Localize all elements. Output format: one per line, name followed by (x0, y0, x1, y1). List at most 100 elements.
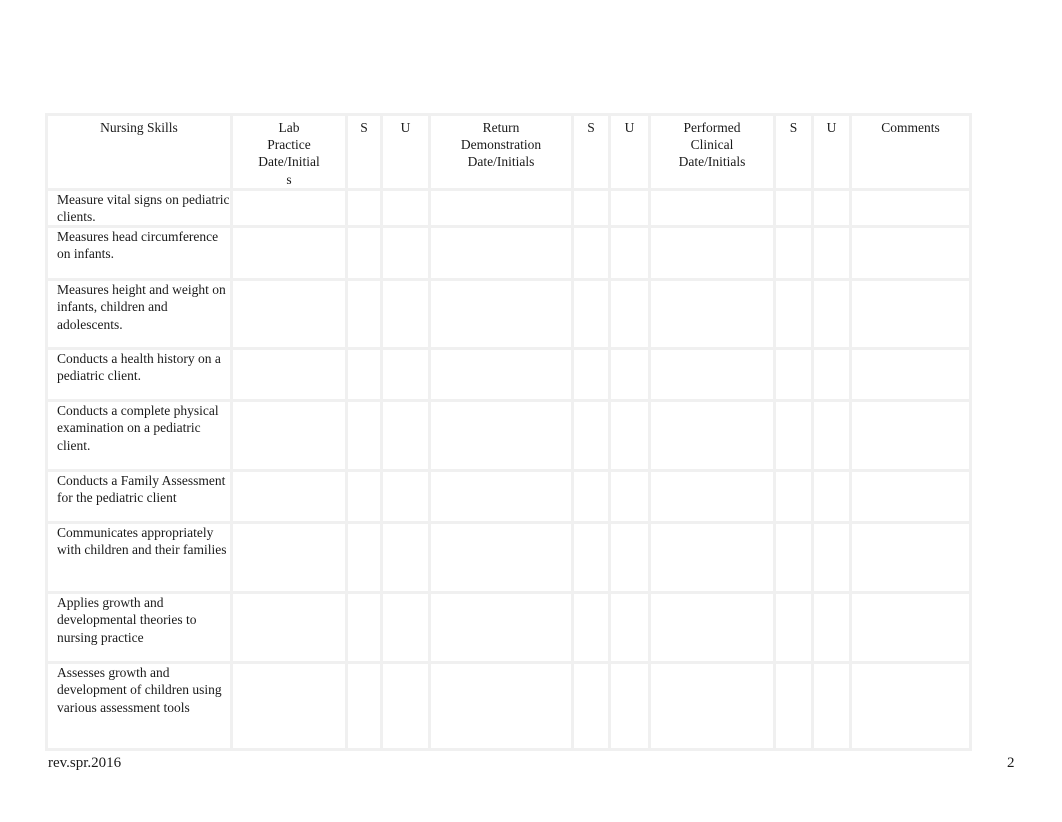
lab-u-cell[interactable] (380, 187, 431, 229)
clinical-s-cell[interactable] (773, 347, 814, 403)
return-date-cell[interactable] (428, 661, 574, 752)
clinical-date-cell[interactable] (648, 591, 776, 665)
clinical-date-cell[interactable] (648, 347, 776, 403)
skill-cell: Conducts a complete physical examination… (45, 399, 233, 473)
return-u-cell[interactable] (608, 469, 651, 525)
clinical-u-cell[interactable] (811, 278, 852, 351)
return-u-cell[interactable] (608, 278, 651, 351)
lab-s-cell[interactable] (345, 187, 383, 229)
lab-date-cell[interactable] (230, 187, 348, 229)
return-s-cell[interactable] (571, 225, 611, 282)
clinical-date-cell[interactable] (648, 521, 776, 595)
comments-cell[interactable] (849, 347, 972, 403)
lab-u-cell[interactable] (380, 278, 431, 351)
clinical-u-cell[interactable] (811, 187, 852, 229)
clinical-s-cell[interactable] (773, 187, 814, 229)
clinical-date-cell[interactable] (648, 225, 776, 282)
clinical-date-cell[interactable] (648, 399, 776, 473)
header-clinical-s: S (773, 113, 814, 191)
return-u-cell[interactable] (608, 661, 651, 752)
lab-date-cell[interactable] (230, 469, 348, 525)
lab-date-cell[interactable] (230, 278, 348, 351)
comments-cell[interactable] (849, 521, 972, 595)
return-date-cell[interactable] (428, 469, 574, 525)
lab-s-cell[interactable] (345, 278, 383, 351)
lab-u-cell[interactable] (380, 521, 431, 595)
clinical-s-cell[interactable] (773, 469, 814, 525)
clinical-s-cell[interactable] (773, 521, 814, 595)
return-u-cell[interactable] (608, 225, 651, 282)
table-row: Conducts a complete physical examination… (45, 399, 972, 473)
clinical-s-cell[interactable] (773, 225, 814, 282)
comments-cell[interactable] (849, 278, 972, 351)
comments-cell[interactable] (849, 591, 972, 665)
return-u-cell[interactable] (608, 347, 651, 403)
return-date-cell[interactable] (428, 187, 574, 229)
return-date-cell[interactable] (428, 591, 574, 665)
header-lab-u: U (380, 113, 431, 191)
return-date-cell[interactable] (428, 278, 574, 351)
header-return-s: S (571, 113, 611, 191)
comments-cell[interactable] (849, 187, 972, 229)
clinical-u-cell[interactable] (811, 469, 852, 525)
return-date-cell[interactable] (428, 521, 574, 595)
comments-cell[interactable] (849, 399, 972, 473)
return-date-cell[interactable] (428, 225, 574, 282)
return-u-cell[interactable] (608, 591, 651, 665)
clinical-s-cell[interactable] (773, 661, 814, 752)
clinical-s-cell[interactable] (773, 278, 814, 351)
clinical-s-cell[interactable] (773, 399, 814, 473)
clinical-date-cell[interactable] (648, 469, 776, 525)
lab-s-cell[interactable] (345, 399, 383, 473)
lab-u-cell[interactable] (380, 591, 431, 665)
clinical-u-cell[interactable] (811, 591, 852, 665)
revision-label: rev.spr.2016 (48, 755, 122, 771)
clinical-date-cell[interactable] (648, 278, 776, 351)
lab-date-cell[interactable] (230, 347, 348, 403)
lab-s-cell[interactable] (345, 591, 383, 665)
clinical-u-cell[interactable] (811, 225, 852, 282)
return-u-cell[interactable] (608, 521, 651, 595)
comments-cell[interactable] (849, 469, 972, 525)
lab-date-cell[interactable] (230, 225, 348, 282)
comments-cell[interactable] (849, 225, 972, 282)
return-s-cell[interactable] (571, 591, 611, 665)
lab-u-cell[interactable] (380, 469, 431, 525)
lab-s-cell[interactable] (345, 225, 383, 282)
lab-u-cell[interactable] (380, 347, 431, 403)
lab-date-cell[interactable] (230, 521, 348, 595)
table-row: Conducts a health history on a pediatric… (45, 347, 972, 403)
lab-s-cell[interactable] (345, 469, 383, 525)
lab-u-cell[interactable] (380, 399, 431, 473)
table-row: Conducts a Family Assessment for the ped… (45, 469, 972, 525)
lab-s-cell[interactable] (345, 521, 383, 595)
skill-cell: Measure vital signs on pediatric clients… (45, 187, 233, 229)
clinical-u-cell[interactable] (811, 399, 852, 473)
clinical-date-cell[interactable] (648, 661, 776, 752)
return-date-cell[interactable] (428, 399, 574, 473)
return-s-cell[interactable] (571, 661, 611, 752)
skill-cell: Applies growth and developmental theorie… (45, 591, 233, 665)
return-s-cell[interactable] (571, 347, 611, 403)
clinical-u-cell[interactable] (811, 661, 852, 752)
comments-cell[interactable] (849, 661, 972, 752)
clinical-u-cell[interactable] (811, 347, 852, 403)
return-s-cell[interactable] (571, 278, 611, 351)
lab-u-cell[interactable] (380, 661, 431, 752)
lab-date-cell[interactable] (230, 661, 348, 752)
return-s-cell[interactable] (571, 469, 611, 525)
clinical-u-cell[interactable] (811, 521, 852, 595)
return-date-cell[interactable] (428, 347, 574, 403)
return-u-cell[interactable] (608, 399, 651, 473)
lab-u-cell[interactable] (380, 225, 431, 282)
clinical-s-cell[interactable] (773, 591, 814, 665)
return-s-cell[interactable] (571, 521, 611, 595)
lab-date-cell[interactable] (230, 591, 348, 665)
return-s-cell[interactable] (571, 399, 611, 473)
lab-s-cell[interactable] (345, 347, 383, 403)
lab-s-cell[interactable] (345, 661, 383, 752)
lab-date-cell[interactable] (230, 399, 348, 473)
return-s-cell[interactable] (571, 187, 611, 229)
return-u-cell[interactable] (608, 187, 651, 229)
clinical-date-cell[interactable] (648, 187, 776, 229)
